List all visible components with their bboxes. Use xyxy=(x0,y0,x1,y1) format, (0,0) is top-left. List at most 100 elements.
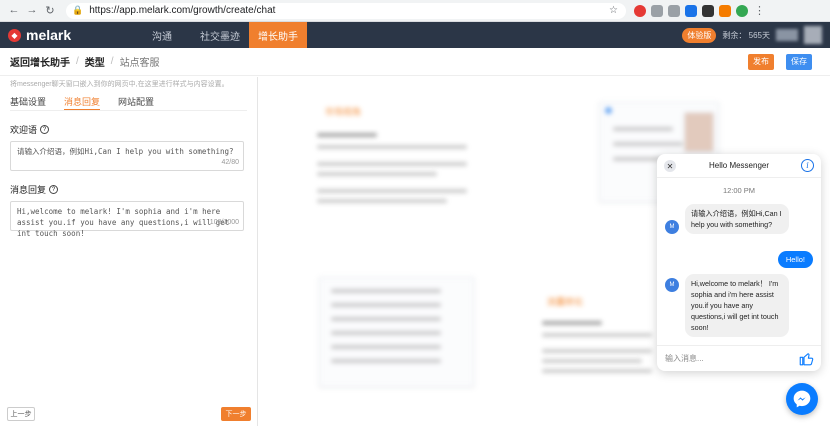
blurred-text xyxy=(317,189,467,193)
nav-item-growth-assistant[interactable]: 增长助手 xyxy=(249,22,307,48)
breadcrumb: 返回增长助手 / 类型 / 站点客服 xyxy=(10,54,160,69)
blurred-text xyxy=(542,321,602,325)
bot-avatar: M xyxy=(665,278,679,292)
close-icon[interactable]: ✕ xyxy=(664,160,676,172)
reply-char-counter: 108/1000 xyxy=(209,219,239,226)
blurred-photo xyxy=(684,112,714,152)
logo-text: melark xyxy=(26,27,72,43)
blurred-text xyxy=(317,162,467,166)
chat-header: ✕ Hello Messenger i xyxy=(657,154,821,178)
reply-textarea[interactable]: Hi,welcome to melark! I'm sophia and i'm… xyxy=(10,201,244,238)
editor-hint: 将messenger聊天窗口嵌入到你的网页中,在这里进行样式与内容设置。 xyxy=(10,81,229,88)
extension-icon[interactable] xyxy=(719,4,731,17)
blurred-text xyxy=(331,317,441,321)
reload-icon[interactable]: ↻ xyxy=(44,4,56,17)
welcome-textarea[interactable]: 请输入介绍语，例如Hi,Can I help you with somethin… xyxy=(10,141,244,171)
blurred-text xyxy=(613,157,663,161)
extension-icon[interactable] xyxy=(668,4,680,17)
chat-timestamp: 12:00 PM xyxy=(722,186,756,195)
blurred-text xyxy=(542,369,652,373)
reply-value: Hi,welcome to melark! I'm sophia and i'm… xyxy=(17,207,230,238)
welcome-char-counter: 42/80 xyxy=(221,159,239,166)
tab-site-config[interactable]: 网站配置 xyxy=(118,95,154,110)
blurred-text xyxy=(331,303,441,307)
extension-abp-icon[interactable] xyxy=(634,4,646,17)
trial-badge: 体验版 xyxy=(682,27,717,43)
blurred-text xyxy=(317,145,467,149)
blurred-text xyxy=(317,199,447,203)
help-icon[interactable]: ? xyxy=(49,185,59,194)
previous-step-button[interactable]: 上一步 xyxy=(7,407,35,421)
editor-panel: 将messenger聊天窗口嵌入到你的网页中,在这里进行样式与内容设置。 基础设… xyxy=(0,77,258,426)
outgoing-message-bubble: Hello! xyxy=(777,251,813,268)
message-bubble: 请输入介绍语，例如Hi,Can I help you with somethin… xyxy=(685,204,789,234)
browser-toolbar: ← → ↻ 🔒 https://app.melark.com/growth/cr… xyxy=(0,0,830,22)
top-nav: 沟通 社交墨迹 增长助手 xyxy=(133,22,307,48)
blurred-text xyxy=(613,127,673,131)
incoming-message: M Hi,welcome to melark！ I'm sophia and i… xyxy=(665,274,789,337)
preview-area: 市场视角 流量转化 ✕ Hello Messenger i 12:00 PM M… xyxy=(259,77,830,426)
breadcrumb-back[interactable]: 返回增长助手 xyxy=(10,54,70,69)
extension-icon[interactable] xyxy=(685,4,697,17)
bot-avatar: M xyxy=(665,220,679,234)
chat-title: Hello Messenger xyxy=(708,161,770,170)
blurred-dot xyxy=(605,107,612,114)
reply-label: 消息回复 xyxy=(10,185,47,195)
editor-tabs: 基础设置 消息回复 网站配置 xyxy=(10,95,247,111)
message-input[interactable]: 输入消息... xyxy=(657,345,821,371)
tab-message-reply[interactable]: 消息回复 xyxy=(64,95,101,110)
blurred-text xyxy=(542,333,652,337)
blurred-text xyxy=(331,359,441,363)
header-right: 体验版 剩余： 565天 xyxy=(682,26,822,44)
blurred-text xyxy=(331,345,441,349)
save-button[interactable]: 保存 xyxy=(786,53,812,70)
blurred-title: 流量转化 xyxy=(547,297,584,307)
welcome-placeholder: 请输入介绍语，例如Hi,Can I help you with somethin… xyxy=(17,147,234,156)
lock-icon: 🔒 xyxy=(72,5,84,15)
app-header: ◆ melark 沟通 社交墨迹 增长助手 体验版 剩余： 565天 xyxy=(0,22,830,48)
app-logo[interactable]: ◆ melark xyxy=(8,27,123,43)
breadcrumb-separator: / xyxy=(76,56,79,67)
logo-icon: ◆ xyxy=(8,28,21,42)
address-bar[interactable]: 🔒 https://app.melark.com/growth/create/c… xyxy=(66,2,626,19)
extension-icon[interactable] xyxy=(702,4,714,17)
blurred-text xyxy=(542,349,652,353)
forward-arrow-icon[interactable]: → xyxy=(26,4,38,17)
help-icon[interactable]: ? xyxy=(40,125,50,134)
breadcrumb-current: 站点客服 xyxy=(119,58,160,69)
incoming-message: M 请输入介绍语，例如Hi,Can I help you with someth… xyxy=(665,204,789,234)
blurred-text xyxy=(317,172,437,176)
tab-basic-settings[interactable]: 基础设置 xyxy=(10,95,46,110)
account-name-redacted[interactable] xyxy=(776,29,798,41)
editor-footer: 上一步 下一步 xyxy=(0,402,258,426)
nav-item-communication[interactable]: 沟通 xyxy=(133,22,191,48)
info-icon[interactable]: i xyxy=(801,159,814,172)
blurred-text xyxy=(317,133,377,137)
browser-nav: ← → ↻ xyxy=(8,4,56,17)
thumbs-up-icon[interactable] xyxy=(799,351,814,366)
user-avatar[interactable] xyxy=(804,26,822,44)
welcome-label-row: 欢迎语 ? xyxy=(10,123,257,136)
message-bubble: Hi,welcome to melark！ I'm sophia and i'm… xyxy=(685,274,789,337)
breadcrumb-separator: / xyxy=(110,56,114,67)
more-vert-icon[interactable]: ⋮ xyxy=(754,4,765,17)
header-actions: 发布 保存 xyxy=(748,53,812,70)
messenger-chat-window: ✕ Hello Messenger i 12:00 PM M 请输入介绍语，例如… xyxy=(657,154,821,371)
reply-label-row: 消息回复 ? xyxy=(10,183,257,196)
nav-item-social[interactable]: 社交墨迹 xyxy=(191,22,249,48)
bookmark-star-icon[interactable]: ☆ xyxy=(609,5,618,16)
publish-button[interactable]: 发布 xyxy=(748,53,774,70)
breadcrumb-bar: 返回增长助手 / 类型 / 站点客服 发布 保存 xyxy=(0,48,830,76)
blurred-title: 市场视角 xyxy=(325,107,362,117)
breadcrumb-type[interactable]: 类型 xyxy=(85,54,105,69)
next-step-button[interactable]: 下一步 xyxy=(221,407,251,421)
welcome-label: 欢迎语 xyxy=(10,125,38,135)
messenger-launcher-button[interactable] xyxy=(786,383,818,415)
profile-avatar-icon[interactable] xyxy=(736,4,748,17)
back-arrow-icon[interactable]: ← xyxy=(8,4,20,17)
address-text: https://app.melark.com/growth/create/cha… xyxy=(89,5,276,16)
remaining-days: 剩余： 565天 xyxy=(722,30,770,40)
extension-icon[interactable] xyxy=(651,4,663,17)
blurred-text xyxy=(331,331,441,335)
message-input-placeholder: 输入消息... xyxy=(665,354,704,363)
